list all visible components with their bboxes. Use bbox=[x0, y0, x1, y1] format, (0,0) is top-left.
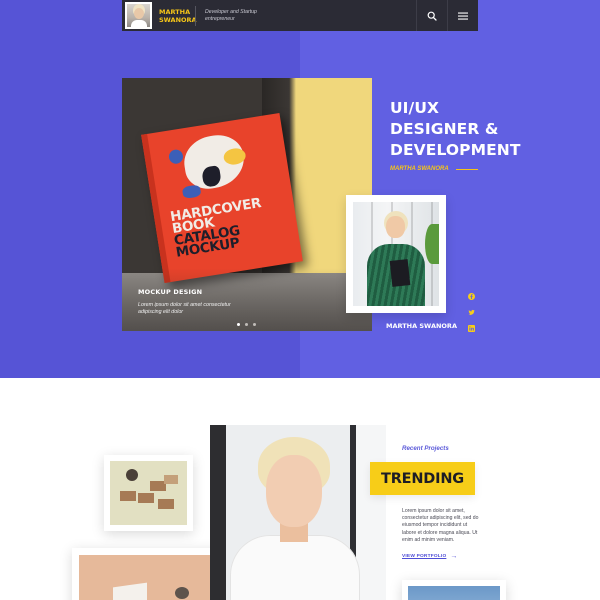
facebook-link[interactable] bbox=[467, 292, 475, 300]
plant bbox=[425, 224, 439, 264]
headline-line: DESIGNER & bbox=[390, 120, 499, 138]
envelope bbox=[138, 493, 154, 503]
slider-dots bbox=[237, 323, 256, 326]
arrow-right-icon[interactable]: → bbox=[450, 553, 457, 560]
hero-section: MARTHA SWANORA Developer and Startup ent… bbox=[0, 0, 600, 378]
decor-ball bbox=[126, 469, 138, 481]
headline-line: UI/UX bbox=[390, 99, 440, 117]
person-face bbox=[266, 455, 322, 527]
social-links bbox=[467, 292, 475, 332]
linkedin-icon bbox=[467, 324, 475, 332]
project-thumbnail-sky[interactable] bbox=[402, 580, 506, 600]
hero-subtitle-name: MARTHA SWANORA bbox=[390, 166, 449, 172]
avatar[interactable] bbox=[125, 2, 152, 29]
book-cover-title: HARDCOVER BOOK CATALOG MOCKUP bbox=[169, 195, 267, 261]
search-icon bbox=[427, 11, 437, 21]
featured-portrait-photo bbox=[210, 425, 386, 600]
portrait-background bbox=[210, 425, 226, 600]
folder bbox=[389, 259, 411, 287]
header-actions bbox=[416, 0, 478, 31]
envelope bbox=[158, 499, 174, 509]
recent-projects-section: Recent Projects TRENDING Lorem ipsum dol… bbox=[0, 378, 600, 600]
hardcover-book-image: HARDCOVER BOOK CATALOG MOCKUP bbox=[141, 112, 303, 284]
subtitle-underline bbox=[455, 168, 478, 170]
slide-title: MOCKUP DESIGN bbox=[138, 288, 203, 296]
portrait-photo bbox=[353, 202, 439, 306]
trending-badge: TRENDING bbox=[370, 462, 475, 495]
business-card bbox=[164, 475, 178, 484]
stationery-image bbox=[110, 461, 187, 525]
portrait-card bbox=[346, 195, 446, 313]
view-portfolio-link[interactable]: VIEW PORTFOLIO bbox=[402, 554, 446, 559]
brand-name[interactable]: MARTHA SWANORA bbox=[159, 8, 197, 24]
hero-slider-card[interactable]: HARDCOVER BOOK CATALOG MOCKUP MOCKUP DES… bbox=[122, 78, 372, 331]
project-thumbnail-stationery[interactable] bbox=[104, 455, 193, 531]
person-face bbox=[386, 216, 405, 238]
hamburger-menu-icon bbox=[458, 12, 468, 20]
headline-line: DEVELOPMENT bbox=[390, 141, 521, 159]
view-portfolio-row: VIEW PORTFOLIO → bbox=[402, 553, 457, 560]
slide-caption: MOCKUP DESIGN Lorem ipsum dolor sit amet… bbox=[138, 288, 248, 316]
search-button[interactable] bbox=[416, 0, 447, 31]
slide-description: Lorem ipsum dolor sit amet consectetur a… bbox=[138, 302, 231, 315]
slider-dot[interactable] bbox=[245, 323, 248, 326]
section-description: Lorem ipsum dolor sit amet, consectetur … bbox=[402, 508, 479, 543]
top-header-bar: MARTHA SWANORA Developer and Startup ent… bbox=[122, 0, 478, 31]
sky-image bbox=[408, 586, 500, 600]
slider-dot[interactable] bbox=[237, 323, 240, 326]
decor-cup bbox=[175, 587, 189, 599]
envelope bbox=[120, 491, 136, 501]
recent-projects-label: Recent Projects bbox=[402, 445, 449, 452]
brochure-paper bbox=[113, 582, 147, 600]
hero-subtitle: MARTHA SWANORA bbox=[390, 166, 478, 172]
book-shape bbox=[181, 184, 202, 200]
linkedin-link[interactable] bbox=[467, 324, 475, 332]
brand-tagline: Developer and Startup entrepreneur bbox=[205, 9, 257, 22]
twitter-link[interactable] bbox=[467, 308, 475, 316]
header-divider bbox=[195, 5, 196, 26]
twitter-icon bbox=[468, 309, 475, 315]
trending-title: TRENDING bbox=[381, 470, 464, 487]
facebook-icon bbox=[467, 292, 475, 300]
portrait-name: MARTHA SWANORA bbox=[386, 322, 457, 330]
menu-button[interactable] bbox=[447, 0, 478, 31]
person-shirt bbox=[230, 535, 360, 600]
project-thumbnail-brochure[interactable] bbox=[72, 548, 226, 600]
brochure-image bbox=[79, 555, 219, 600]
hero-headline: UI/UX DESIGNER & DEVELOPMENT bbox=[390, 98, 521, 161]
slider-dot[interactable] bbox=[253, 323, 256, 326]
book-shape bbox=[167, 148, 184, 165]
